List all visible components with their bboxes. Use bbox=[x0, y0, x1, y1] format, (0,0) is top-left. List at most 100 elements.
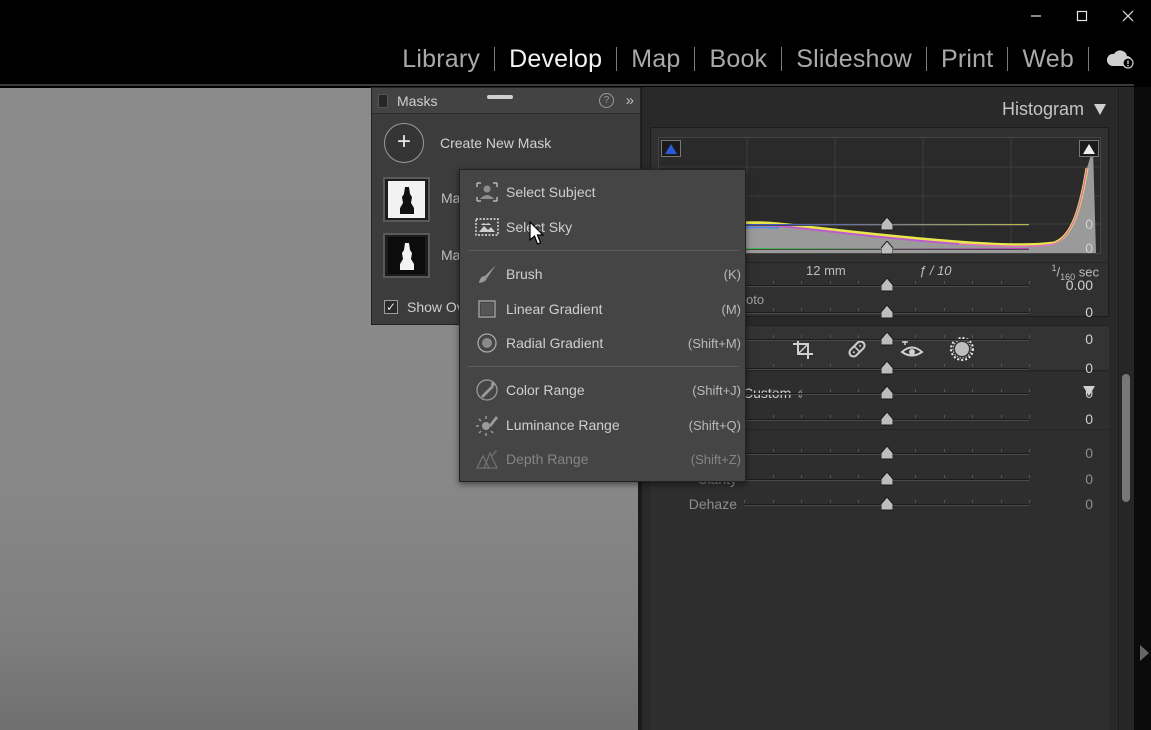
create-new-mask-button[interactable]: + bbox=[384, 123, 424, 163]
mask-thumbnail[interactable] bbox=[383, 233, 430, 278]
slider-tick bbox=[1029, 308, 1030, 311]
slider-tick bbox=[915, 281, 916, 284]
slider-thumb-contrast[interactable] bbox=[880, 305, 893, 319]
menu-item-depth-range: Depth Range (Shift+Z) bbox=[460, 442, 747, 476]
menu-item-linear-gradient[interactable]: Linear Gradient (M) bbox=[460, 292, 747, 326]
mask-thumbnail[interactable] bbox=[383, 177, 430, 222]
slider-tick bbox=[772, 389, 774, 392]
slider-tick bbox=[772, 449, 774, 452]
slider-value-exposure[interactable]: 0.00 bbox=[1066, 277, 1093, 293]
select-subject-icon bbox=[475, 180, 499, 204]
create-new-mask-row[interactable]: + Create New Mask bbox=[384, 123, 551, 163]
minimize-icon bbox=[1031, 15, 1041, 17]
highlight-clipping-toggle[interactable] bbox=[1079, 140, 1099, 157]
menu-item-select-subject[interactable]: Select Subject bbox=[460, 175, 747, 209]
slider-value-highlights[interactable]: 0 bbox=[1085, 331, 1093, 347]
slider-value-clarity[interactable]: 0 bbox=[1085, 471, 1093, 487]
close-button[interactable] bbox=[1105, 0, 1151, 32]
slider-thumb-whites[interactable] bbox=[880, 386, 893, 400]
slider-value-shadows[interactable]: 0 bbox=[1085, 360, 1093, 376]
slider-tick bbox=[1029, 389, 1030, 392]
create-new-mask-label: Create New Mask bbox=[440, 135, 552, 151]
slider-tick bbox=[801, 475, 802, 478]
mask-1-label[interactable]: Ma bbox=[441, 190, 460, 206]
slider-tick bbox=[1029, 475, 1030, 478]
slider-thumb-clarity[interactable] bbox=[880, 472, 893, 486]
slider-tick bbox=[1000, 449, 1002, 452]
maximize-button[interactable] bbox=[1059, 0, 1105, 32]
slider-tick bbox=[972, 415, 973, 418]
menu-item-select-sky[interactable]: Select Sky bbox=[460, 210, 747, 244]
slider-thumb-temp[interactable] bbox=[880, 217, 893, 231]
slider-tick bbox=[829, 500, 831, 503]
slider-value-dehaze[interactable]: 0 bbox=[1085, 496, 1093, 512]
slider-tick bbox=[829, 308, 831, 311]
slider-tick bbox=[1029, 415, 1030, 418]
slider-tick bbox=[972, 308, 973, 311]
menu-item-label: Color Range bbox=[506, 382, 585, 398]
slider-tick bbox=[801, 500, 802, 503]
menu-item-shortcut: (Shift+J) bbox=[692, 382, 741, 398]
slider-value-tint[interactable]: 0 bbox=[1085, 240, 1093, 256]
module-print[interactable]: Print bbox=[933, 45, 1001, 74]
slider-tick bbox=[858, 308, 859, 311]
slider-value-texture[interactable]: 0 bbox=[1085, 445, 1093, 461]
slider-tick bbox=[972, 335, 973, 338]
slider-thumb-tint[interactable] bbox=[880, 241, 893, 255]
luminance-range-icon bbox=[475, 413, 499, 437]
module-slideshow[interactable]: Slideshow bbox=[788, 45, 920, 74]
help-icon[interactable]: ? bbox=[599, 93, 614, 108]
slider-tick bbox=[943, 500, 945, 503]
module-library[interactable]: Library bbox=[394, 45, 488, 74]
slider-thumb-texture[interactable] bbox=[880, 446, 893, 460]
slider-thumb-highlights[interactable] bbox=[880, 332, 893, 346]
collapse-panel-icon[interactable]: » bbox=[626, 92, 634, 109]
panel-toggle-icon[interactable] bbox=[378, 93, 388, 108]
masks-header[interactable]: Masks ? » bbox=[372, 88, 640, 114]
slider-tick bbox=[1000, 500, 1002, 503]
slider-tick bbox=[943, 475, 945, 478]
slider-value-contrast[interactable]: 0 bbox=[1085, 304, 1093, 320]
drag-handle-icon[interactable] bbox=[487, 95, 513, 99]
slider-thumb-shadows[interactable] bbox=[880, 361, 893, 375]
menu-separator bbox=[468, 366, 739, 367]
menu-item-luminance-range[interactable]: Luminance Range (Shift+Q) bbox=[460, 408, 747, 442]
slider-tick bbox=[801, 335, 802, 338]
slider-value-temp[interactable]: 0 bbox=[1085, 216, 1093, 232]
slider-tick bbox=[943, 449, 945, 452]
menu-item-label: Radial Gradient bbox=[506, 335, 604, 351]
minimize-button[interactable] bbox=[1013, 0, 1059, 32]
expand-right-panel-icon[interactable] bbox=[1140, 645, 1149, 661]
slider-tick bbox=[829, 281, 831, 284]
shutter-numerator: 1 bbox=[1051, 263, 1057, 273]
menu-item-brush[interactable]: Brush (K) bbox=[460, 257, 747, 291]
slider-thumb-exposure[interactable] bbox=[880, 278, 893, 292]
histogram-header[interactable]: Histogram bbox=[1002, 99, 1106, 120]
slider-value-whites[interactable]: 0 bbox=[1085, 385, 1093, 401]
menu-item-radial-gradient[interactable]: Radial Gradient (Shift+M) bbox=[460, 326, 747, 360]
close-icon bbox=[1122, 10, 1134, 22]
module-develop[interactable]: Develop bbox=[501, 45, 610, 74]
slider-thumb-dehaze[interactable] bbox=[880, 497, 893, 511]
module-book[interactable]: Book bbox=[701, 45, 775, 74]
menu-item-shortcut: (M) bbox=[721, 301, 742, 317]
slider-tick bbox=[772, 308, 774, 311]
module-map[interactable]: Map bbox=[623, 45, 688, 74]
mask-2-label[interactable]: Ma bbox=[441, 247, 460, 263]
menu-item-color-range[interactable]: Color Range (Shift+J) bbox=[460, 373, 747, 407]
module-web[interactable]: Web bbox=[1014, 45, 1082, 74]
linear-gradient-icon bbox=[475, 297, 499, 321]
show-overlay-checkbox[interactable]: ✓ bbox=[384, 300, 398, 314]
shadow-clipping-toggle[interactable] bbox=[661, 140, 681, 157]
slider-value-blacks[interactable]: 0 bbox=[1085, 411, 1093, 427]
show-overlay-row[interactable]: ✓ Show Ov bbox=[384, 299, 464, 315]
slider-thumb-blacks[interactable] bbox=[880, 412, 893, 426]
slider-tick bbox=[915, 335, 916, 338]
slider-tick bbox=[772, 364, 774, 367]
mouse-cursor-icon bbox=[529, 221, 545, 245]
slider-tick bbox=[829, 415, 831, 418]
right-scrollbar-thumb[interactable] bbox=[1122, 374, 1130, 502]
cloud-sync-icon[interactable] bbox=[1103, 44, 1137, 74]
slider-tick bbox=[829, 449, 831, 452]
depth-range-icon bbox=[475, 447, 499, 471]
